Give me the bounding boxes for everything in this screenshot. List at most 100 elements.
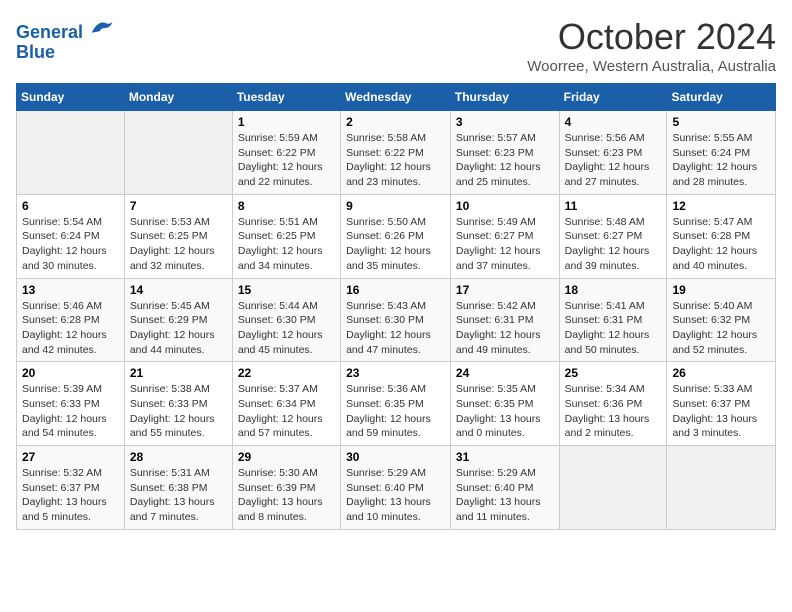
day-number: 28 [130,450,227,464]
day-number: 22 [238,366,335,380]
table-row: 18Sunrise: 5:41 AMSunset: 6:31 PMDayligh… [559,278,667,362]
table-row: 13 Sunrise: 5:46 AMSunset: 6:28 PMDayligh… [17,278,125,362]
logo: General Blue [16,20,114,63]
day-number: 13 [22,283,119,297]
col-wednesday: Wednesday [341,84,451,111]
day-detail: Sunrise: 5:32 AMSunset: 6:37 PMDaylight:… [22,466,119,525]
day-number: 5 [672,115,770,129]
table-row: 4 Sunrise: 5:56 AMSunset: 6:23 PMDaylight… [559,111,667,195]
table-row: 16Sunrise: 5:43 AMSunset: 6:30 PMDayligh… [341,278,451,362]
table-row [17,111,125,195]
day-number: 12 [672,199,770,213]
table-row: 19 Sunrise: 5:40 AMSunset: 6:32 PMDayligh… [667,278,776,362]
table-row: 5Sunrise: 5:55 AMSunset: 6:24 PMDaylight… [667,111,776,195]
col-sunday: Sunday [17,84,125,111]
title-area: October 2024 Woorree, Western Australia,… [527,16,776,75]
table-row: 29 Sunrise: 5:30 AMSunset: 6:39 PMDayligh… [232,446,340,530]
table-row: 12 Sunrise: 5:47 AMSunset: 6:28 PMDayligh… [667,194,776,278]
day-number: 25 [565,366,662,380]
table-row: 11 Sunrise: 5:48 AMSunset: 6:27 PMDayligh… [559,194,667,278]
day-number: 2 [346,115,445,129]
day-number: 29 [238,450,335,464]
col-monday: Monday [124,84,232,111]
table-row: 27 Sunrise: 5:32 AMSunset: 6:37 PMDayligh… [17,446,125,530]
week-row-1: 1Sunrise: 5:59 AMSunset: 6:22 PMDaylight… [17,111,776,195]
day-detail: Sunrise: 5:33 AMSunset: 6:37 PMDaylight:… [672,382,770,441]
table-row: 28 Sunrise: 5:31 AMSunset: 6:38 PMDayligh… [124,446,232,530]
day-detail: Sunrise: 5:41 AMSunset: 6:31 PMDaylight:… [565,299,662,358]
day-detail: Sunrise: 5:44 AMSunset: 6:30 PMDaylight:… [238,299,335,358]
page-header: General Blue October 2024 Woorree, Weste… [16,16,776,75]
day-detail: Sunrise: 5:46 AMSunset: 6:28 PMDaylight:… [22,299,119,358]
table-row: 23 Sunrise: 5:36 AMSunset: 6:35 PMDayligh… [341,362,451,446]
day-detail: Sunrise: 5:39 AMSunset: 6:33 PMDaylight:… [22,382,119,441]
table-row: 22 Sunrise: 5:37 AMSunset: 6:34 PMDayligh… [232,362,340,446]
day-number: 19 [672,283,770,297]
table-row: 26Sunrise: 5:33 AMSunset: 6:37 PMDayligh… [667,362,776,446]
day-number: 8 [238,199,335,213]
day-detail: Sunrise: 5:53 AMSunset: 6:25 PMDaylight:… [130,215,227,274]
day-detail: Sunrise: 5:29 AMSunset: 6:40 PMDaylight:… [456,466,554,525]
table-row: 25 Sunrise: 5:34 AMSunset: 6:36 PMDayligh… [559,362,667,446]
day-number: 20 [22,366,119,380]
logo-text-blue: Blue [16,43,114,63]
table-row: 1Sunrise: 5:59 AMSunset: 6:22 PMDaylight… [232,111,340,195]
day-number: 31 [456,450,554,464]
day-number: 27 [22,450,119,464]
table-row: 8 Sunrise: 5:51 AMSunset: 6:25 PMDaylight… [232,194,340,278]
day-number: 4 [565,115,662,129]
day-number: 11 [565,199,662,213]
day-detail: Sunrise: 5:51 AMSunset: 6:25 PMDaylight:… [238,215,335,274]
day-number: 1 [238,115,335,129]
col-thursday: Thursday [450,84,559,111]
day-number: 15 [238,283,335,297]
table-row: 10 Sunrise: 5:49 AMSunset: 6:27 PMDayligh… [450,194,559,278]
day-detail: Sunrise: 5:54 AMSunset: 6:24 PMDaylight:… [22,215,119,274]
table-row: 9 Sunrise: 5:50 AMSunset: 6:26 PMDaylight… [341,194,451,278]
day-number: 9 [346,199,445,213]
day-detail: Sunrise: 5:34 AMSunset: 6:36 PMDaylight:… [565,382,662,441]
month-title: October 2024 [527,16,776,58]
day-detail: Sunrise: 5:56 AMSunset: 6:23 PMDaylight:… [565,131,662,190]
day-number: 6 [22,199,119,213]
table-row [667,446,776,530]
day-detail: Sunrise: 5:35 AMSunset: 6:35 PMDaylight:… [456,382,554,441]
day-number: 24 [456,366,554,380]
table-row: 20 Sunrise: 5:39 AMSunset: 6:33 PMDayligh… [17,362,125,446]
day-detail: Sunrise: 5:37 AMSunset: 6:34 PMDaylight:… [238,382,335,441]
week-row-5: 27 Sunrise: 5:32 AMSunset: 6:37 PMDayligh… [17,446,776,530]
day-detail: Sunrise: 5:57 AMSunset: 6:23 PMDaylight:… [456,131,554,190]
day-number: 7 [130,199,227,213]
day-detail: Sunrise: 5:31 AMSunset: 6:38 PMDaylight:… [130,466,227,525]
logo-bird-icon [90,18,114,38]
table-row [124,111,232,195]
table-row: 17Sunrise: 5:42 AMSunset: 6:31 PMDayligh… [450,278,559,362]
table-row: 24 Sunrise: 5:35 AMSunset: 6:35 PMDayligh… [450,362,559,446]
day-detail: Sunrise: 5:47 AMSunset: 6:28 PMDaylight:… [672,215,770,274]
col-tuesday: Tuesday [232,84,340,111]
calendar-table: Sunday Monday Tuesday Wednesday Thursday… [16,83,776,530]
col-friday: Friday [559,84,667,111]
day-detail: Sunrise: 5:50 AMSunset: 6:26 PMDaylight:… [346,215,445,274]
week-row-4: 20 Sunrise: 5:39 AMSunset: 6:33 PMDayligh… [17,362,776,446]
table-row: 6 Sunrise: 5:54 AMSunset: 6:24 PMDaylight… [17,194,125,278]
day-number: 30 [346,450,445,464]
table-row: 31 Sunrise: 5:29 AMSunset: 6:40 PMDayligh… [450,446,559,530]
day-number: 10 [456,199,554,213]
col-saturday: Saturday [667,84,776,111]
day-number: 23 [346,366,445,380]
day-number: 3 [456,115,554,129]
day-detail: Sunrise: 5:45 AMSunset: 6:29 PMDaylight:… [130,299,227,358]
day-detail: Sunrise: 5:49 AMSunset: 6:27 PMDaylight:… [456,215,554,274]
table-row: 2Sunrise: 5:58 AMSunset: 6:22 PMDaylight… [341,111,451,195]
day-detail: Sunrise: 5:36 AMSunset: 6:35 PMDaylight:… [346,382,445,441]
logo-text: General [16,20,114,43]
day-detail: Sunrise: 5:42 AMSunset: 6:31 PMDaylight:… [456,299,554,358]
day-detail: Sunrise: 5:30 AMSunset: 6:39 PMDaylight:… [238,466,335,525]
day-detail: Sunrise: 5:40 AMSunset: 6:32 PMDaylight:… [672,299,770,358]
table-row: 7 Sunrise: 5:53 AMSunset: 6:25 PMDaylight… [124,194,232,278]
table-row: 14Sunrise: 5:45 AMSunset: 6:29 PMDayligh… [124,278,232,362]
day-detail: Sunrise: 5:48 AMSunset: 6:27 PMDaylight:… [565,215,662,274]
calendar-header-row: Sunday Monday Tuesday Wednesday Thursday… [17,84,776,111]
day-number: 21 [130,366,227,380]
